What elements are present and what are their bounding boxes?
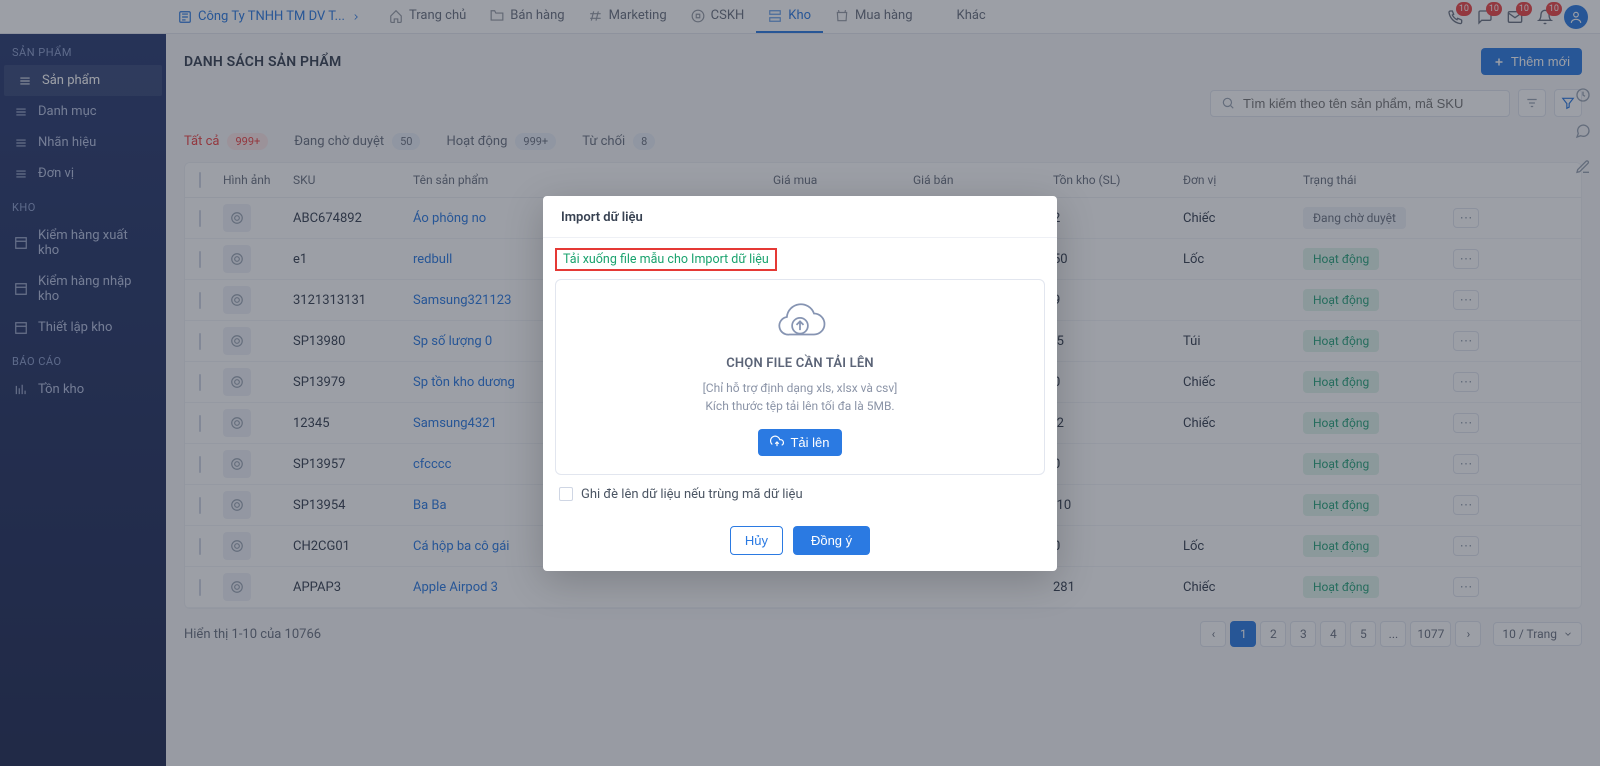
- download-template-link[interactable]: Tải xuống file mẫu cho Import dữ liệu: [563, 252, 769, 267]
- cancel-button[interactable]: Hủy: [730, 526, 783, 555]
- modal-title: Import dữ liệu: [543, 196, 1057, 238]
- upload-button[interactable]: Tải lên: [758, 429, 841, 456]
- dropzone-hint-size: Kích thước tệp tải lên tối đa là 5MB.: [572, 397, 1028, 415]
- import-modal: Import dữ liệu Tải xuống file mẫu cho Im…: [543, 196, 1057, 571]
- upload-button-label: Tải lên: [790, 435, 829, 450]
- confirm-button[interactable]: Đồng ý: [793, 526, 870, 555]
- cloud-upload-icon: [772, 302, 828, 346]
- overwrite-label: Ghi đè lên dữ liệu nếu trùng mã dữ liệu: [581, 487, 803, 502]
- cloud-up-icon: [770, 435, 784, 449]
- dropzone-hint-formats: [Chỉ hỗ trợ định dạng xls, xlsx và csv]: [572, 379, 1028, 397]
- overwrite-checkbox-row[interactable]: Ghi đè lên dữ liệu nếu trùng mã dữ liệu: [555, 481, 1045, 508]
- modal-footer: Hủy Đồng ý: [543, 516, 1057, 571]
- download-template-highlight: Tải xuống file mẫu cho Import dữ liệu: [555, 248, 777, 271]
- upload-dropzone[interactable]: CHỌN FILE CẦN TẢI LÊN [Chỉ hỗ trợ định d…: [555, 279, 1045, 475]
- modal-overlay[interactable]: Import dữ liệu Tải xuống file mẫu cho Im…: [0, 0, 1600, 766]
- overwrite-checkbox[interactable]: [559, 487, 573, 501]
- dropzone-title: CHỌN FILE CẦN TẢI LÊN: [572, 356, 1028, 371]
